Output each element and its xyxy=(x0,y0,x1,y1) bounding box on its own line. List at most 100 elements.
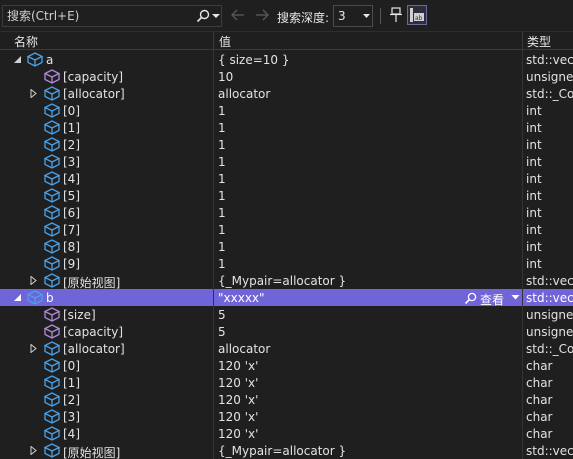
value-cell[interactable]: 1 xyxy=(214,204,522,221)
type-cell[interactable]: char xyxy=(523,357,573,374)
value-cell[interactable]: 1 xyxy=(214,221,522,238)
search-input[interactable] xyxy=(7,8,193,24)
forward-arrow-icon[interactable] xyxy=(254,7,270,23)
expand-triangle-icon[interactable] xyxy=(14,55,22,64)
type-cell[interactable]: int xyxy=(523,255,573,272)
value-cell[interactable]: 1 xyxy=(214,187,522,204)
hex-display-button[interactable]: ab xyxy=(407,5,427,25)
watch-row[interactable]: [7] 1 int xyxy=(0,221,573,238)
type-cell[interactable]: int xyxy=(523,136,573,153)
name-cell[interactable]: [5] xyxy=(0,187,213,204)
name-cell[interactable]: [0] xyxy=(0,102,213,119)
value-cell[interactable]: 1 xyxy=(214,238,522,255)
type-cell[interactable]: char xyxy=(523,391,573,408)
value-cell[interactable]: {_Mypair=allocator } xyxy=(214,272,522,289)
watch-row[interactable]: [1] 1 int xyxy=(0,119,573,136)
search-box[interactable] xyxy=(2,5,222,27)
collapse-triangle-icon[interactable] xyxy=(30,276,38,285)
value-cell[interactable]: 1 xyxy=(214,153,522,170)
watch-row[interactable]: [3] 120 'x' char xyxy=(0,408,573,425)
type-cell[interactable]: char xyxy=(523,408,573,425)
type-cell[interactable]: unsigned xyxy=(523,306,573,323)
watch-row[interactable]: [原始视图] {_Mypair=allocator } std::vecto xyxy=(0,272,573,289)
type-cell[interactable]: std::vecto xyxy=(523,51,573,68)
watch-row[interactable]: [2] 120 'x' char xyxy=(0,391,573,408)
name-cell[interactable]: [2] xyxy=(0,136,213,153)
value-cell[interactable]: 1 xyxy=(214,170,522,187)
name-cell[interactable]: [1] xyxy=(0,119,213,136)
watch-row[interactable]: [原始视图] {_Mypair=allocator } std::vecto xyxy=(0,442,573,459)
name-cell[interactable]: [3] xyxy=(0,153,213,170)
name-cell[interactable]: [4] xyxy=(0,425,213,442)
column-value-header[interactable]: 值 xyxy=(219,33,231,50)
value-cell[interactable]: 5 xyxy=(214,323,522,340)
name-cell[interactable]: [6] xyxy=(0,204,213,221)
value-cell[interactable]: 5 xyxy=(214,306,522,323)
watch-row[interactable]: [6] 1 int xyxy=(0,204,573,221)
name-cell[interactable]: [capacity] xyxy=(0,68,213,85)
watch-row[interactable]: [3] 1 int xyxy=(0,153,573,170)
name-cell[interactable]: [9] xyxy=(0,255,213,272)
back-arrow-icon[interactable] xyxy=(230,7,246,23)
value-cell[interactable]: 1 xyxy=(214,102,522,119)
type-cell[interactable]: std::_Con xyxy=(523,85,573,102)
watch-row[interactable]: a { size=10 } std::vecto xyxy=(0,51,573,68)
watch-row[interactable]: [allocator] allocator std::_Con xyxy=(0,340,573,357)
watch-row[interactable]: [capacity] 5 unsigned xyxy=(0,323,573,340)
name-cell[interactable]: [7] xyxy=(0,221,213,238)
value-cell[interactable]: {_Mypair=allocator } xyxy=(214,442,522,459)
value-cell[interactable]: 120 'x' xyxy=(214,408,522,425)
watch-row[interactable]: [2] 1 int xyxy=(0,136,573,153)
value-cell[interactable]: 120 'x' xyxy=(214,391,522,408)
name-cell[interactable]: [allocator] xyxy=(0,85,213,102)
type-cell[interactable]: int xyxy=(523,204,573,221)
watch-row[interactable]: b "xxxxx" 查看 std::vecto xyxy=(0,289,573,306)
type-cell[interactable]: int xyxy=(523,119,573,136)
watch-row[interactable]: [size] 5 unsigned xyxy=(0,306,573,323)
column-name-header[interactable]: 名称 xyxy=(14,33,38,50)
watch-row[interactable]: [4] 1 int xyxy=(0,170,573,187)
watch-row[interactable]: [allocator] allocator std::_Con xyxy=(0,85,573,102)
name-cell[interactable]: b xyxy=(0,289,213,306)
type-cell[interactable]: int xyxy=(523,221,573,238)
collapse-triangle-icon[interactable] xyxy=(30,344,38,353)
collapse-triangle-icon[interactable] xyxy=(30,446,38,455)
name-cell[interactable]: [allocator] xyxy=(0,340,213,357)
value-cell[interactable]: allocator xyxy=(214,340,522,357)
value-cell[interactable]: 120 'x' xyxy=(214,425,522,442)
watch-row[interactable]: [4] 120 'x' char xyxy=(0,425,573,442)
type-cell[interactable]: std::_Con xyxy=(523,340,573,357)
column-divider[interactable] xyxy=(522,32,523,51)
watch-row[interactable]: [0] 120 'x' char xyxy=(0,357,573,374)
value-cell[interactable]: 1 xyxy=(214,255,522,272)
value-cell[interactable]: 10 xyxy=(214,68,522,85)
type-cell[interactable]: unsigned xyxy=(523,323,573,340)
type-cell[interactable]: int xyxy=(523,102,573,119)
watch-row[interactable]: [9] 1 int xyxy=(0,255,573,272)
type-cell[interactable]: std::vecto xyxy=(523,289,573,306)
type-cell[interactable]: int xyxy=(523,238,573,255)
name-cell[interactable]: [0] xyxy=(0,357,213,374)
name-cell[interactable]: [2] xyxy=(0,391,213,408)
watch-row[interactable]: [1] 120 'x' char xyxy=(0,374,573,391)
name-cell[interactable]: [3] xyxy=(0,408,213,425)
value-cell[interactable]: { size=10 } xyxy=(214,51,522,68)
type-cell[interactable]: int xyxy=(523,153,573,170)
search-depth-select[interactable]: 3 xyxy=(333,5,373,27)
chevron-down-icon[interactable] xyxy=(211,9,221,23)
value-cell[interactable]: 1 xyxy=(214,119,522,136)
name-cell[interactable]: [8] xyxy=(0,238,213,255)
column-divider[interactable] xyxy=(213,32,214,51)
name-cell[interactable]: [size] xyxy=(0,306,213,323)
type-cell[interactable]: unsigned xyxy=(523,68,573,85)
watch-row[interactable]: [8] 1 int xyxy=(0,238,573,255)
watch-row[interactable]: [0] 1 int xyxy=(0,102,573,119)
column-type-header[interactable]: 类型 xyxy=(527,33,551,50)
name-cell[interactable]: [原始视图] xyxy=(0,272,213,289)
watch-row[interactable]: [capacity] 10 unsigned xyxy=(0,68,573,85)
type-cell[interactable]: char xyxy=(523,374,573,391)
type-cell[interactable]: std::vecto xyxy=(523,442,573,459)
search-icon[interactable] xyxy=(195,8,211,24)
value-cell[interactable]: 120 'x' xyxy=(214,357,522,374)
pin-icon[interactable] xyxy=(388,6,404,24)
